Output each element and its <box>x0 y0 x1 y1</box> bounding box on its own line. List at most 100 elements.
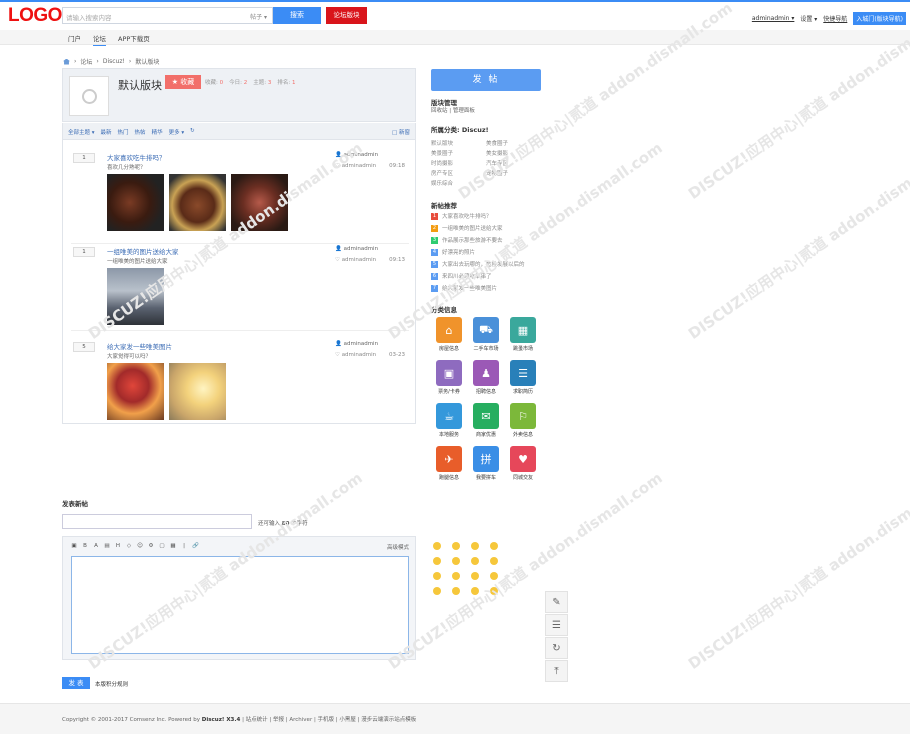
editor-tool-icon[interactable]: ▢ <box>159 543 165 549</box>
forum-title: 默认版块 <box>118 79 162 92</box>
filter-hot[interactable]: 热门 <box>118 128 129 136</box>
list-item[interactable]: 娱乐综合 <box>431 179 453 187</box>
editor-tool-icon[interactable]: ◇ <box>126 543 132 549</box>
thread-author[interactable]: 👤 adminadmin <box>335 246 378 252</box>
list-item[interactable]: 默认版块 <box>431 139 453 147</box>
filter-more[interactable]: 更多 ▾ <box>169 128 185 136</box>
thread-title[interactable]: 大家喜欢吃牛排吗？ <box>107 152 166 162</box>
credit-rules-link[interactable]: 本版积分规则 <box>95 680 128 688</box>
list-item[interactable]: 房产专区 <box>431 169 453 177</box>
smiley-icon[interactable] <box>452 587 460 595</box>
app-tile[interactable]: ♟ 招聘信息 <box>468 360 504 395</box>
smiley-icon[interactable] <box>471 542 479 550</box>
app-tile[interactable]: ✉ 商家优惠 <box>468 403 504 438</box>
submit-button[interactable]: 发 表 <box>62 677 90 689</box>
app-tile[interactable]: ▦ 跳蚤市场 <box>505 317 541 352</box>
stat-fav: 收藏: 0 <box>205 80 224 86</box>
subject-input[interactable] <box>62 514 252 529</box>
list-item[interactable]: 2 一组唯美的图片送给大家 <box>431 224 503 232</box>
search-box[interactable]: 请输入搜索内容 帖子 ▾ <box>62 7 273 24</box>
smiley-icon[interactable] <box>433 587 441 595</box>
refresh-icon[interactable]: ↻ <box>545 637 568 659</box>
filter-all[interactable]: 全部主题 ▾ <box>68 128 95 136</box>
new-post-button[interactable]: 发 帖 <box>431 69 541 91</box>
thread-author[interactable]: 👤 adminadmin <box>335 341 378 347</box>
breadcrumb-forum[interactable]: 论坛 <box>80 57 92 66</box>
breadcrumb-discuz[interactable]: Discuz! <box>103 58 125 65</box>
editor-tool-icon[interactable]: A <box>93 543 99 549</box>
list-item[interactable]: 时尚摄影 <box>431 159 453 167</box>
nav-item-forum[interactable]: 论坛 <box>93 33 106 46</box>
editor-tool-icon[interactable]: | <box>181 543 187 549</box>
editor-tool-icon[interactable]: ▣ <box>71 543 77 549</box>
rank-badge: 5 <box>431 260 438 268</box>
filter-hot-posts[interactable]: 热帖 <box>135 128 146 136</box>
enter-city-button[interactable]: 入城门(版块导航) <box>853 12 906 25</box>
user-menu[interactable]: adminadmin ▾ <box>752 15 795 22</box>
app-label: 房屋信息 <box>438 346 459 352</box>
list-item[interactable]: 美食圈子 <box>486 139 508 147</box>
app-tile[interactable]: ⛟ 二手车市场 <box>468 317 504 352</box>
editor-tool-icon[interactable]: ▤ <box>104 543 110 549</box>
edit-icon[interactable]: ✎ <box>545 591 568 613</box>
nav-item-app[interactable]: APP下载页 <box>118 33 150 43</box>
thread-last-poster[interactable]: ♡ adminadmin <box>335 257 376 263</box>
new-window-toggle[interactable]: □ 新窗 <box>392 128 410 136</box>
thread-image[interactable] <box>107 363 164 420</box>
list-item[interactable]: 美景圈子 <box>431 149 453 157</box>
thread-title[interactable]: 给大家发一些唯美图片 <box>107 341 172 351</box>
list-item[interactable]: 4 好漂亮的照片 <box>431 248 475 256</box>
advanced-mode-link[interactable]: 高级模式 <box>387 543 409 551</box>
quick-nav-link[interactable]: 快捷导航 <box>823 14 847 23</box>
nav-item-portal[interactable]: 门户 <box>68 33 81 43</box>
manage-links[interactable]: 回收站 | 管理面板 <box>431 106 475 114</box>
app-tile[interactable]: ✈ 跑腿信息 <box>431 446 467 481</box>
smiley-icon[interactable] <box>433 542 441 550</box>
app-tile[interactable]: ☰ 求职简历 <box>505 360 541 395</box>
app-icon: ⚐ <box>510 403 536 429</box>
back-to-top-icon[interactable]: ⤒ <box>545 660 568 682</box>
thread-image[interactable] <box>169 363 226 420</box>
smiley-icon[interactable] <box>490 542 498 550</box>
list-item[interactable]: 1 大家喜欢吃牛排吗？ <box>431 212 492 220</box>
filter-latest[interactable]: 最新 <box>101 128 112 136</box>
search-button[interactable]: 搜索 <box>273 7 321 24</box>
app-tile[interactable]: 拼我要拼车 <box>468 446 504 481</box>
smiley-icon[interactable] <box>433 557 441 565</box>
smiley-icon[interactable] <box>471 557 479 565</box>
search-scope-select[interactable]: 帖子 ▾ <box>250 12 267 21</box>
thread-image[interactable] <box>169 174 226 231</box>
app-tile[interactable]: ⚐ 外卖信息 <box>505 403 541 438</box>
favorite-button[interactable]: ★ 收藏 <box>165 75 201 89</box>
filter-digest[interactable]: 精华 <box>152 128 163 136</box>
thread-title[interactable]: 一组唯美的图片送给大家 <box>107 246 179 256</box>
app-tile[interactable]: ♥ 同城交友 <box>505 446 541 481</box>
editor-tool-icon[interactable]: ☺ <box>137 543 143 549</box>
category-title: 所属分类: Discuz! <box>431 126 489 134</box>
refresh-icon[interactable]: ↻ <box>190 128 195 136</box>
app-tile[interactable]: ⌂ 房屋信息 <box>431 317 467 352</box>
smiley-icon[interactable] <box>452 572 460 580</box>
smiley-icon[interactable] <box>471 572 479 580</box>
smiley-icon[interactable] <box>433 572 441 580</box>
editor-tool-icon[interactable]: ⚙ <box>148 543 154 549</box>
search-input[interactable]: 请输入搜索内容 <box>66 12 112 22</box>
site-footer: Copyright © 2001-2017 Comsenz Inc. Power… <box>0 703 910 734</box>
thread-image[interactable] <box>107 174 164 231</box>
smiley-icon[interactable] <box>452 542 460 550</box>
app-tile[interactable]: ☕ 本地服务 <box>431 403 467 438</box>
list-icon[interactable]: ☰ <box>545 614 568 636</box>
smiley-icon[interactable] <box>490 557 498 565</box>
list-item[interactable]: 3 作品展示那些旅游不要去 <box>431 236 503 244</box>
settings-menu[interactable]: 设置 ▾ <box>800 14 817 23</box>
smiley-icon[interactable] <box>452 557 460 565</box>
forum-button[interactable]: 论坛版块 <box>326 7 367 24</box>
editor-tool-icon[interactable]: ▦ <box>170 543 176 549</box>
app-tile[interactable]: ▣ 票务/卡券 <box>431 360 467 395</box>
thread-last-poster[interactable]: ♡ adminadmin <box>335 352 376 358</box>
home-icon[interactable] <box>63 58 70 65</box>
site-logo[interactable]: LOGO <box>8 5 62 27</box>
editor-tool-icon[interactable]: B <box>82 543 88 549</box>
editor-tool-icon[interactable]: 🔗 <box>192 543 199 549</box>
editor-tool-icon[interactable]: H <box>115 543 121 549</box>
